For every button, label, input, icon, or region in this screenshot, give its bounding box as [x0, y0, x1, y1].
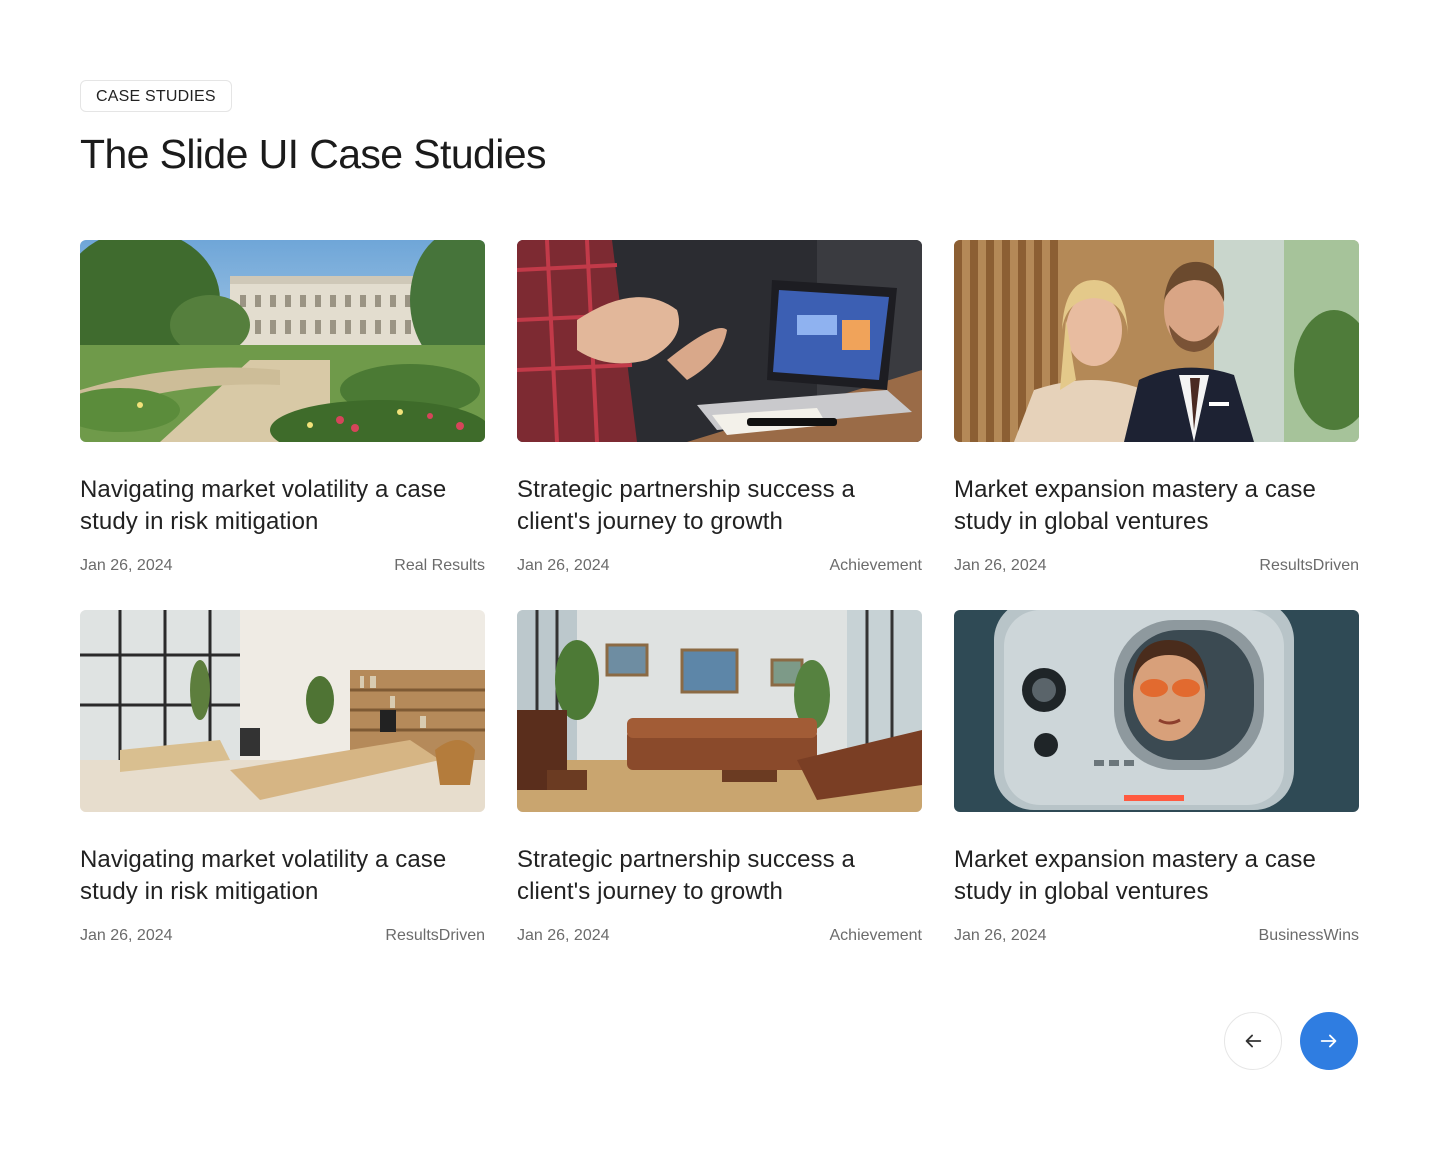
card-date: Jan 26, 2024	[80, 927, 173, 944]
case-study-card[interactable]: Market expansion mastery a case study in…	[954, 610, 1359, 980]
case-study-card[interactable]: Strategic partnership success a client's…	[517, 240, 922, 610]
card-title[interactable]: Strategic partnership success a client's…	[517, 844, 922, 908]
case-study-card[interactable]: Strategic partnership success a client's…	[517, 610, 922, 980]
card-meta: Jan 26, 2024 Achievement	[517, 556, 922, 576]
business-couple-image[interactable]	[954, 240, 1359, 442]
previous-button[interactable]	[1224, 1012, 1282, 1070]
card-date: Jan 26, 2024	[954, 927, 1047, 944]
card-meta: Jan 26, 2024 Real Results	[80, 556, 485, 576]
retro-robot-image[interactable]	[954, 610, 1359, 812]
bright-office-image[interactable]	[80, 610, 485, 812]
card-tag: Real Results	[394, 557, 485, 574]
card-tag: Achievement	[829, 557, 923, 574]
card-tag: BusinessWins	[1258, 927, 1359, 944]
arrow-left-icon	[1245, 1034, 1262, 1048]
card-title[interactable]: Navigating market volatility a case stud…	[80, 474, 485, 538]
card-meta: Jan 26, 2024 ResultsDriven	[954, 556, 1359, 576]
card-tag: ResultsDriven	[1259, 557, 1359, 574]
section-badge: CASE STUDIES	[80, 80, 232, 112]
card-meta: Jan 26, 2024 Achievement	[517, 926, 922, 946]
lounge-interior-image[interactable]	[517, 610, 922, 812]
card-date: Jan 26, 2024	[80, 557, 173, 574]
palace-garden-image[interactable]	[80, 240, 485, 442]
case-study-card[interactable]: Navigating market volatility a case stud…	[80, 240, 485, 610]
card-date: Jan 26, 2024	[517, 927, 610, 944]
next-button[interactable]	[1300, 1012, 1358, 1070]
case-study-card[interactable]: Market expansion mastery a case study in…	[954, 240, 1359, 610]
laptop-meeting-image[interactable]	[517, 240, 922, 442]
card-date: Jan 26, 2024	[517, 557, 610, 574]
card-title[interactable]: Market expansion mastery a case study in…	[954, 844, 1359, 908]
case-study-grid: Navigating market volatility a case stud…	[80, 240, 1360, 980]
arrow-right-icon	[1320, 1034, 1337, 1048]
case-study-card[interactable]: Navigating market volatility a case stud…	[80, 610, 485, 980]
card-tag: Achievement	[829, 927, 923, 944]
card-meta: Jan 26, 2024 BusinessWins	[954, 926, 1359, 946]
card-date: Jan 26, 2024	[954, 557, 1047, 574]
card-title[interactable]: Strategic partnership success a client's…	[517, 474, 922, 538]
page-title: The Slide UI Case Studies	[80, 131, 546, 177]
card-tag: ResultsDriven	[385, 927, 485, 944]
card-title[interactable]: Navigating market volatility a case stud…	[80, 844, 485, 908]
card-title[interactable]: Market expansion mastery a case study in…	[954, 474, 1359, 538]
card-meta: Jan 26, 2024 ResultsDriven	[80, 926, 485, 946]
